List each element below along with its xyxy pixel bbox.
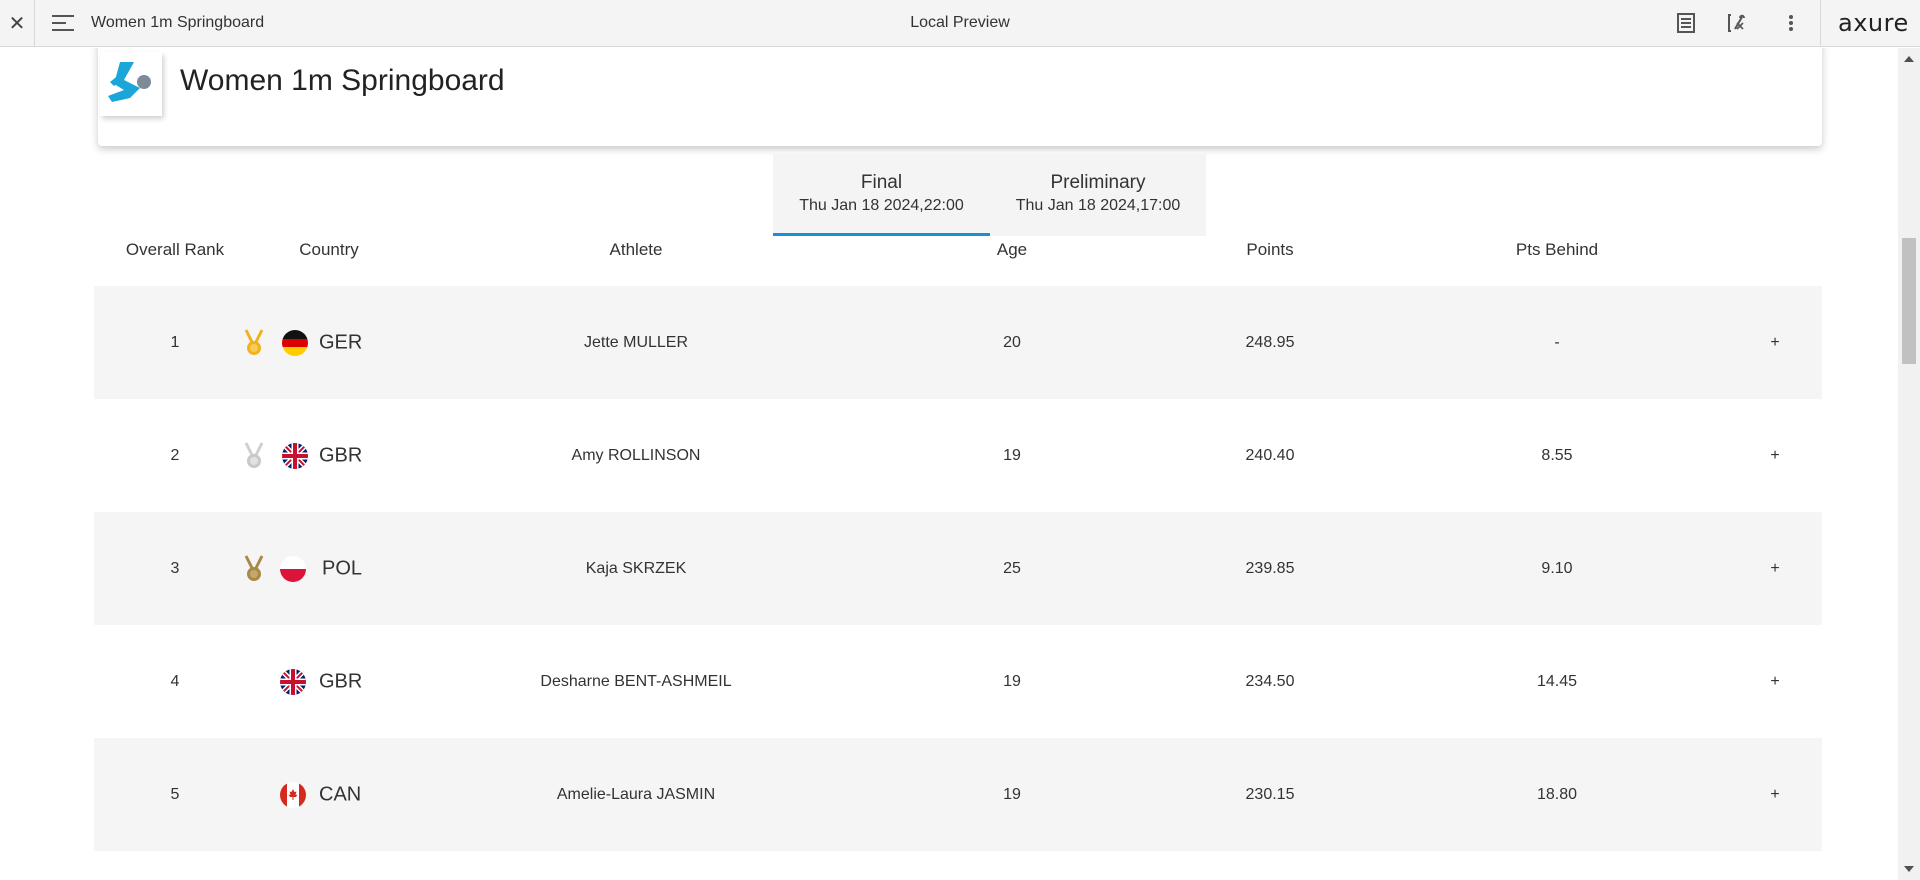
country-code: POL	[322, 557, 363, 579]
age-cell: 20	[1003, 333, 1021, 351]
age-cell: 19	[1003, 672, 1021, 690]
age-cell: 25	[1003, 559, 1021, 577]
pts-behind-cell: -	[1554, 333, 1560, 351]
bronze-medal-icon	[244, 554, 264, 581]
expand-row-button[interactable]: +	[1770, 786, 1779, 804]
rank-cell: 2	[170, 446, 180, 464]
page-title: Women 1m Springboard	[180, 64, 505, 97]
pts-behind-cell: 8.55	[1541, 446, 1573, 464]
athlete-name: Amy ROLLINSON	[571, 446, 701, 464]
points-cell: 234.50	[1245, 672, 1295, 690]
table-row: 2 GBR Amy ROLLINSON 19 240.40 8.55 +	[94, 399, 1822, 512]
flag-uk-icon	[280, 668, 306, 695]
points-cell: 248.95	[1245, 333, 1295, 351]
silver-medal-icon	[244, 441, 264, 468]
results-table-body: 1 GER Jette MULLER 20 248.95 - + 2 GBR A…	[94, 286, 1822, 851]
rank-cell: 5	[170, 785, 180, 803]
axure-logo: axure	[1838, 9, 1909, 37]
tab-preliminary-date: Thu Jan 18 2024,17:00	[1015, 197, 1181, 214]
table-row: 1 GER Jette MULLER 20 248.95 - +	[94, 286, 1822, 399]
points-cell: 239.85	[1245, 559, 1295, 577]
column-header-athlete: Athlete	[609, 240, 663, 259]
age-cell: 19	[1003, 785, 1021, 803]
age-cell: 19	[1003, 446, 1021, 464]
scroll-down-arrow-icon[interactable]	[1904, 866, 1914, 872]
results-table-header: Overall Rank Country Athlete Age Points …	[94, 240, 1822, 270]
scroll-up-arrow-icon[interactable]	[1904, 56, 1914, 62]
close-icon[interactable]: ✕	[0, 0, 35, 47]
table-row: 5 CAN Amelie-Laura JASMIN 19 230.15 18.8…	[94, 738, 1822, 851]
vertical-scrollbar[interactable]	[1898, 48, 1920, 880]
table-row: 3 POL Kaja SKRZEK 25 239.85 9.10 +	[94, 512, 1822, 625]
tab-final-label: Final	[860, 172, 903, 193]
expand-row-button[interactable]: +	[1770, 673, 1779, 691]
column-header-pts-behind: Pts Behind	[1515, 240, 1599, 259]
column-header-points: Points	[1246, 240, 1294, 259]
notes-icon[interactable]	[1675, 12, 1697, 34]
country-code: GBR	[319, 444, 363, 466]
tab-preliminary-label: Preliminary	[1050, 172, 1146, 193]
more-vertical-icon[interactable]	[1780, 12, 1802, 34]
points-cell: 230.15	[1245, 785, 1295, 803]
tab-final-date: Thu Jan 18 2024,22:00	[799, 197, 964, 214]
rank-cell: 4	[170, 672, 180, 690]
pts-behind-cell: 14.45	[1536, 672, 1578, 690]
expand-row-button[interactable]: +	[1770, 560, 1779, 578]
diving-logo-icon	[100, 52, 162, 116]
gold-medal-icon	[244, 328, 264, 355]
column-header-rank: Overall Rank	[125, 240, 225, 259]
tab-final[interactable]: Final Thu Jan 18 2024,22:00	[773, 154, 990, 236]
athlete-name: Amelie-Laura JASMIN	[556, 785, 716, 803]
scrollbar-thumb[interactable]	[1902, 238, 1916, 364]
round-tabs: Final Thu Jan 18 2024,22:00 Preliminary …	[773, 154, 1206, 236]
page-content: Women 1m Springboard Final Thu Jan 18 20…	[0, 48, 1898, 880]
expand-row-button[interactable]: +	[1770, 334, 1779, 352]
points-cell: 240.40	[1245, 446, 1295, 464]
country-code: GER	[319, 331, 363, 353]
toolbar-center-label: Local Preview	[910, 14, 1010, 31]
variables-icon[interactable]	[1727, 12, 1749, 34]
tab-preliminary[interactable]: Preliminary Thu Jan 18 2024,17:00	[990, 154, 1206, 236]
country-code: GBR	[319, 670, 363, 692]
athlete-name: Kaja SKRZEK	[585, 559, 687, 577]
column-header-age: Age	[996, 240, 1028, 259]
pts-behind-cell: 9.10	[1541, 559, 1573, 577]
rank-cell: 1	[170, 333, 180, 351]
expand-row-button[interactable]: +	[1770, 447, 1779, 465]
country-code: CAN	[319, 783, 362, 805]
flag-canada-icon	[280, 781, 306, 808]
event-header: Women 1m Springboard	[98, 48, 1822, 146]
pts-behind-cell: 18.80	[1536, 785, 1578, 803]
preview-toolbar: ✕ Women 1m Springboard Local Preview axu…	[0, 0, 1920, 47]
column-header-country: Country	[299, 240, 359, 259]
toolbar-page-name: Women 1m Springboard	[91, 14, 265, 31]
athlete-name: Jette MULLER	[583, 333, 689, 351]
table-row: 4 GBR Desharne BENT-ASHMEIL 19 234.50 14…	[94, 625, 1822, 738]
toolbar-separator	[1820, 0, 1821, 47]
athlete-name: Desharne BENT-ASHMEIL	[540, 672, 732, 690]
flag-poland-icon	[280, 555, 306, 582]
flag-uk-icon	[282, 442, 308, 469]
flag-germany-icon	[282, 329, 308, 356]
hamburger-menu-icon[interactable]	[52, 15, 74, 32]
rank-cell: 3	[170, 559, 180, 577]
